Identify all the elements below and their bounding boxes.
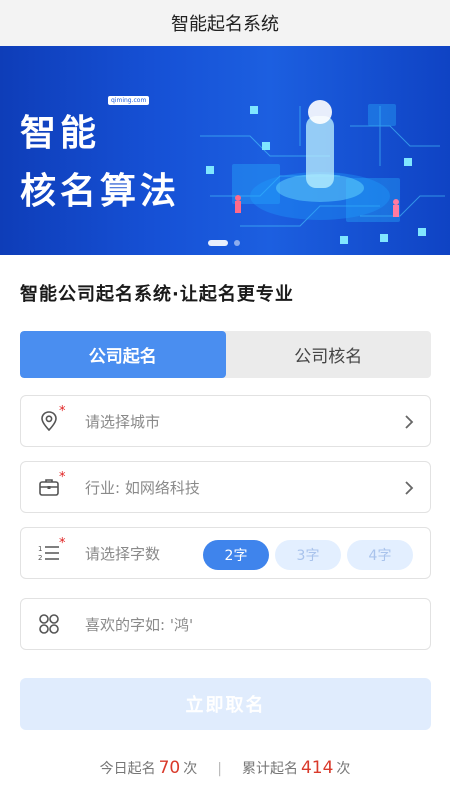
today-unit: 次 bbox=[183, 761, 198, 777]
favorite-chars-field[interactable]: 喜欢的字如: '鸿' bbox=[20, 598, 431, 650]
city-placeholder: 请选择城市 bbox=[85, 413, 161, 431]
char-count-option-3[interactable]: 3字 bbox=[275, 540, 341, 570]
app-title: 智能起名系统 bbox=[171, 14, 279, 35]
banner-title-line2: 核名算法 bbox=[20, 171, 181, 212]
tab-company-naming[interactable]: 公司起名 bbox=[20, 331, 226, 378]
carousel-dot-1[interactable] bbox=[208, 240, 228, 246]
carousel-indicator[interactable] bbox=[208, 240, 240, 246]
required-marker: * bbox=[59, 404, 66, 419]
carousel-dot-2[interactable] bbox=[234, 240, 240, 246]
char-count-field: 1 2 * 请选择字数 2字 3字 4字 bbox=[20, 527, 431, 579]
stats-separator: | bbox=[217, 761, 222, 777]
char-count-options: 2字 3字 4字 bbox=[203, 540, 413, 570]
required-marker: * bbox=[59, 536, 66, 551]
today-count: 70 bbox=[158, 758, 181, 778]
location-pin-icon bbox=[41, 411, 57, 432]
total-count: 414 bbox=[300, 758, 334, 778]
app-title-bar: 智能起名系统 bbox=[0, 0, 450, 46]
city-field[interactable]: * 请选择城市 bbox=[20, 395, 431, 447]
favorite-chars-input[interactable]: 喜欢的字如: '鸿' bbox=[85, 614, 193, 635]
numbered-list-icon: 1 2 bbox=[38, 545, 59, 562]
grid-icon bbox=[39, 614, 59, 634]
mode-tabs: 公司起名 公司核名 bbox=[20, 331, 431, 378]
chevron-right-icon bbox=[405, 481, 414, 495]
total-label: 累计起名 bbox=[241, 761, 298, 777]
tab-company-check[interactable]: 公司核名 bbox=[226, 331, 432, 378]
svg-text:1: 1 bbox=[38, 545, 42, 553]
required-marker: * bbox=[59, 470, 66, 485]
promo-banner[interactable]: qiming.com 智能 核名算法 bbox=[0, 46, 450, 255]
banner-domain-tag: qiming.com bbox=[108, 96, 150, 105]
submit-button[interactable]: 立即取名 bbox=[20, 678, 431, 730]
char-count-label: 请选择字数 bbox=[85, 545, 161, 563]
char-count-option-4[interactable]: 4字 bbox=[347, 540, 413, 570]
char-count-option-2[interactable]: 2字 bbox=[203, 540, 269, 570]
briefcase-icon bbox=[39, 479, 59, 496]
industry-placeholder: 行业: 如网络科技 bbox=[85, 479, 200, 497]
section-headline: 智能公司起名系统·让起名更专业 bbox=[20, 284, 294, 305]
naming-stats: 今日起名 70 次 | 累计起名 414 次 bbox=[0, 758, 450, 778]
banner-title-line1: 智能 bbox=[20, 113, 101, 154]
svg-text:2: 2 bbox=[38, 554, 42, 562]
chevron-right-icon bbox=[405, 415, 414, 429]
today-label: 今日起名 bbox=[99, 761, 156, 777]
total-unit: 次 bbox=[336, 761, 351, 777]
industry-field[interactable]: * 行业: 如网络科技 bbox=[20, 461, 431, 513]
